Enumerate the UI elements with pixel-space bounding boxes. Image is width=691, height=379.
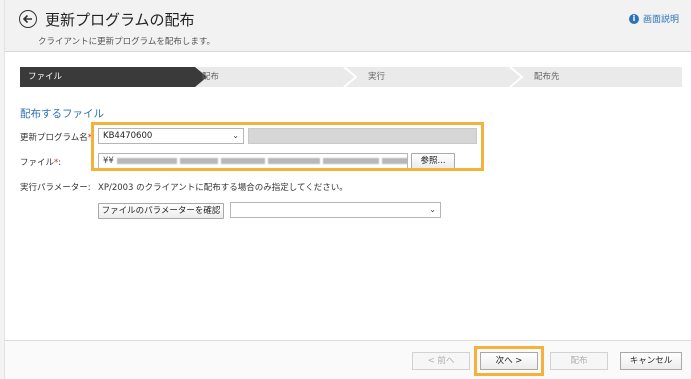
back-arrow-icon[interactable] [19,10,37,28]
update-program-label: 更新プログラム名*: [20,133,95,143]
section-title: 配布するファイル [20,108,104,120]
cancel-button[interactable]: キャンセル [620,352,682,370]
help-link[interactable]: i 画面説明 [628,12,679,25]
exec-params-hint: XP/2003 のクライアントに配布する場合のみ指定してください。 [98,183,348,193]
step-separator-chevron [343,67,358,87]
wizard-steps: ファイル 配布 実行 配布先 [20,67,682,87]
step-file: ファイル [20,67,195,87]
params-select[interactable]: ⌄ [230,202,441,218]
highlight-frame [91,122,484,171]
file-label: ファイル*: [20,158,62,168]
page-title: 更新プログラムの配布 [45,11,195,29]
step-execute: 実行 [368,72,386,82]
info-icon: i [628,13,639,24]
page-subtitle: クライアントに更新プログラムを配布します。 [38,37,216,47]
step-separator-chevron [509,67,524,87]
exec-params-label: 実行パラメーター: [20,183,91,193]
prev-button[interactable]: < 前へ [412,352,470,370]
distribute-button[interactable]: 配布 [550,352,608,370]
check-params-button[interactable]: ファイルのパラメーターを確認 [98,203,224,219]
step-distribute: 配布 [202,72,220,82]
help-label: 画面説明 [642,15,679,25]
page-header: 更新プログラムの配布 クライアントに更新プログラムを配布します。 i 画面説明 [5,0,691,52]
step-destination: 配布先 [534,72,560,82]
next-button-highlight [474,346,544,376]
left-edge-strip [0,0,5,379]
chevron-down-icon: ⌄ [429,205,436,214]
distribution-wizard-page: 更新プログラムの配布 クライアントに更新プログラムを配布します。 i 画面説明 … [0,0,691,379]
